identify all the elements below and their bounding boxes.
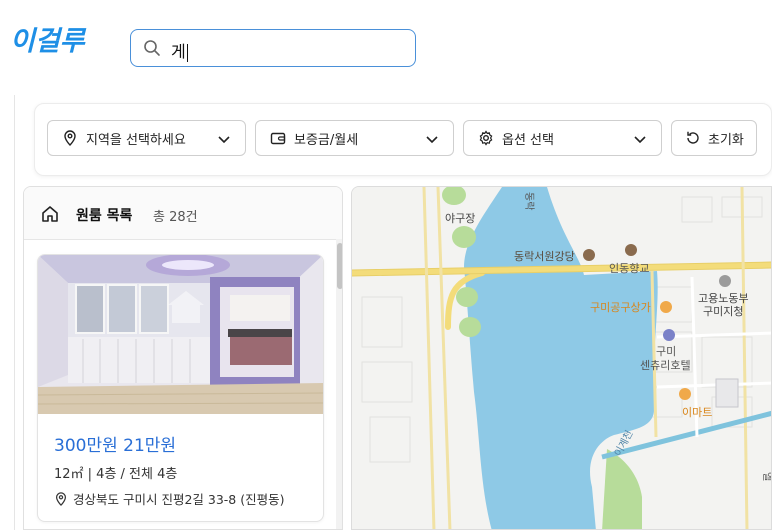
header: 이걸루 게	[0, 0, 772, 95]
map-label: 동락서원강당	[514, 250, 575, 263]
logo-text: 이걸루	[10, 26, 87, 57]
options-select-label: 옵션 선택	[502, 132, 554, 148]
room-address-text: 경상북도 구미시 진평2길 33-8 (진평동)	[73, 492, 285, 507]
chevron-down-icon	[218, 136, 230, 144]
map-canvas[interactable]: 야구장 동락서원강당 인동향교 구미공구상가 고용노동부 구미지청 구미 센츄리…	[352, 187, 772, 530]
options-select[interactable]: 옵션 선택	[463, 120, 662, 156]
poi-marker-icon[interactable]	[660, 301, 672, 313]
chevron-down-icon	[634, 136, 646, 144]
refresh-icon	[687, 131, 699, 144]
home-icon	[42, 206, 58, 222]
map-label: 센츄리호텔	[640, 359, 691, 372]
deposit-select[interactable]: 보증금/월세	[255, 120, 454, 156]
scrollbar-thumb[interactable]	[337, 243, 342, 289]
map-label: 엘	[761, 472, 772, 481]
poi-marker-icon[interactable]	[679, 388, 691, 400]
room-photo	[38, 255, 323, 414]
poi-marker-icon[interactable]	[625, 244, 637, 256]
map-label: 고용노동부	[698, 292, 749, 305]
room-card[interactable]: 300만원 21만원 12㎡ | 4층 / 전체 4층 경상북도 구미시 진평2…	[37, 254, 324, 522]
building-icon	[715, 378, 739, 408]
room-list-count: 총 28건	[153, 210, 198, 225]
search-value: 게	[171, 42, 188, 62]
gear-icon	[479, 130, 493, 146]
room-list-title: 원룸 목록	[76, 208, 133, 224]
poi-marker-icon[interactable]	[663, 329, 675, 341]
room-address: 경상북도 구미시 진평2길 33-8 (진평동)	[54, 489, 284, 508]
search-input[interactable]: 게	[130, 29, 416, 67]
location-pin-icon	[64, 130, 76, 146]
list-scrollbar[interactable]	[336, 239, 342, 529]
reset-button[interactable]: 초기화	[671, 120, 757, 156]
wallet-icon	[270, 132, 286, 145]
room-price: 300만원 21만원	[54, 436, 177, 456]
map-label: 인동향교	[609, 262, 649, 275]
region-select[interactable]: 지역을 선택하세요	[47, 120, 246, 156]
poi-marker-icon[interactable]	[583, 249, 595, 261]
chevron-down-icon	[426, 136, 438, 144]
poi-marker-icon[interactable]	[719, 275, 731, 287]
map-label: 동락	[523, 192, 535, 210]
left-rail	[0, 95, 15, 530]
room-meta: 12㎡ | 4층 / 전체 4층	[54, 467, 178, 482]
filter-bar: 지역을 선택하세요 보증금/월세 옵션 선택 초기화	[34, 103, 772, 176]
search-icon	[144, 40, 160, 56]
location-pin-icon	[56, 491, 66, 506]
room-list-header: 원룸 목록 총 28건	[24, 187, 342, 240]
logo[interactable]: 이걸루	[10, 16, 102, 74]
map-label: 야구장	[445, 212, 475, 225]
map-label: 이마트	[682, 406, 712, 419]
deposit-select-label: 보증금/월세	[294, 132, 359, 148]
map-label: 구미지청	[703, 305, 743, 318]
map-view[interactable]: 야구장 동락서원강당 인동향교 구미공구상가 고용노동부 구미지청 구미 센츄리…	[351, 186, 772, 530]
map-label: 구미공구상가	[590, 301, 651, 314]
region-select-label: 지역을 선택하세요	[86, 132, 186, 148]
reset-button-label: 초기화	[708, 132, 744, 148]
room-list-panel: 원룸 목록 총 28건 300만원 21만원 12㎡ | 4층 / 전체 4층 …	[23, 186, 343, 530]
map-label: 구미	[656, 345, 676, 358]
